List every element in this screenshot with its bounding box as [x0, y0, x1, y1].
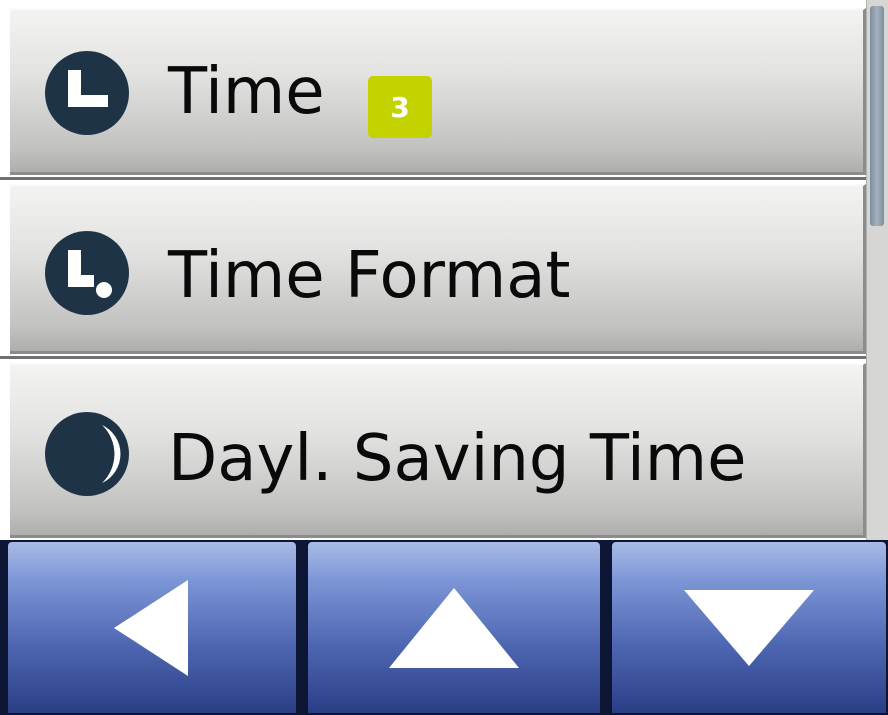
- triangle-down-icon: [684, 589, 814, 666]
- menu-item-label: Dayl. Saving Time: [168, 422, 747, 496]
- clock-format-icon: [45, 231, 129, 315]
- notification-badge: 3: [368, 76, 432, 138]
- clock-icon: [45, 51, 129, 135]
- settings-screen: Time 3 Time Format Dayl. Saving Time: [0, 0, 888, 715]
- menu-item-label: Time: [168, 55, 325, 129]
- scroll-down-button[interactable]: [610, 540, 888, 715]
- triangle-left-icon: [114, 579, 188, 676]
- menu-item-time-format[interactable]: Time Format: [10, 184, 866, 354]
- menu-item-daylight-saving-time[interactable]: Dayl. Saving Time: [10, 363, 866, 538]
- divider: [0, 177, 866, 180]
- scrollbar-thumb[interactable]: [870, 6, 884, 226]
- menu-list: Time 3 Time Format Dayl. Saving Time: [0, 0, 866, 540]
- scrollbar[interactable]: [866, 0, 888, 540]
- menu-item-time[interactable]: Time 3: [10, 8, 866, 175]
- navigation-bar: [0, 540, 888, 715]
- half-moon-icon: [45, 412, 129, 496]
- triangle-up-icon: [389, 587, 519, 668]
- menu-item-label: Time Format: [168, 239, 571, 313]
- back-button[interactable]: [6, 540, 298, 715]
- scroll-up-button[interactable]: [306, 540, 602, 715]
- divider: [0, 356, 866, 359]
